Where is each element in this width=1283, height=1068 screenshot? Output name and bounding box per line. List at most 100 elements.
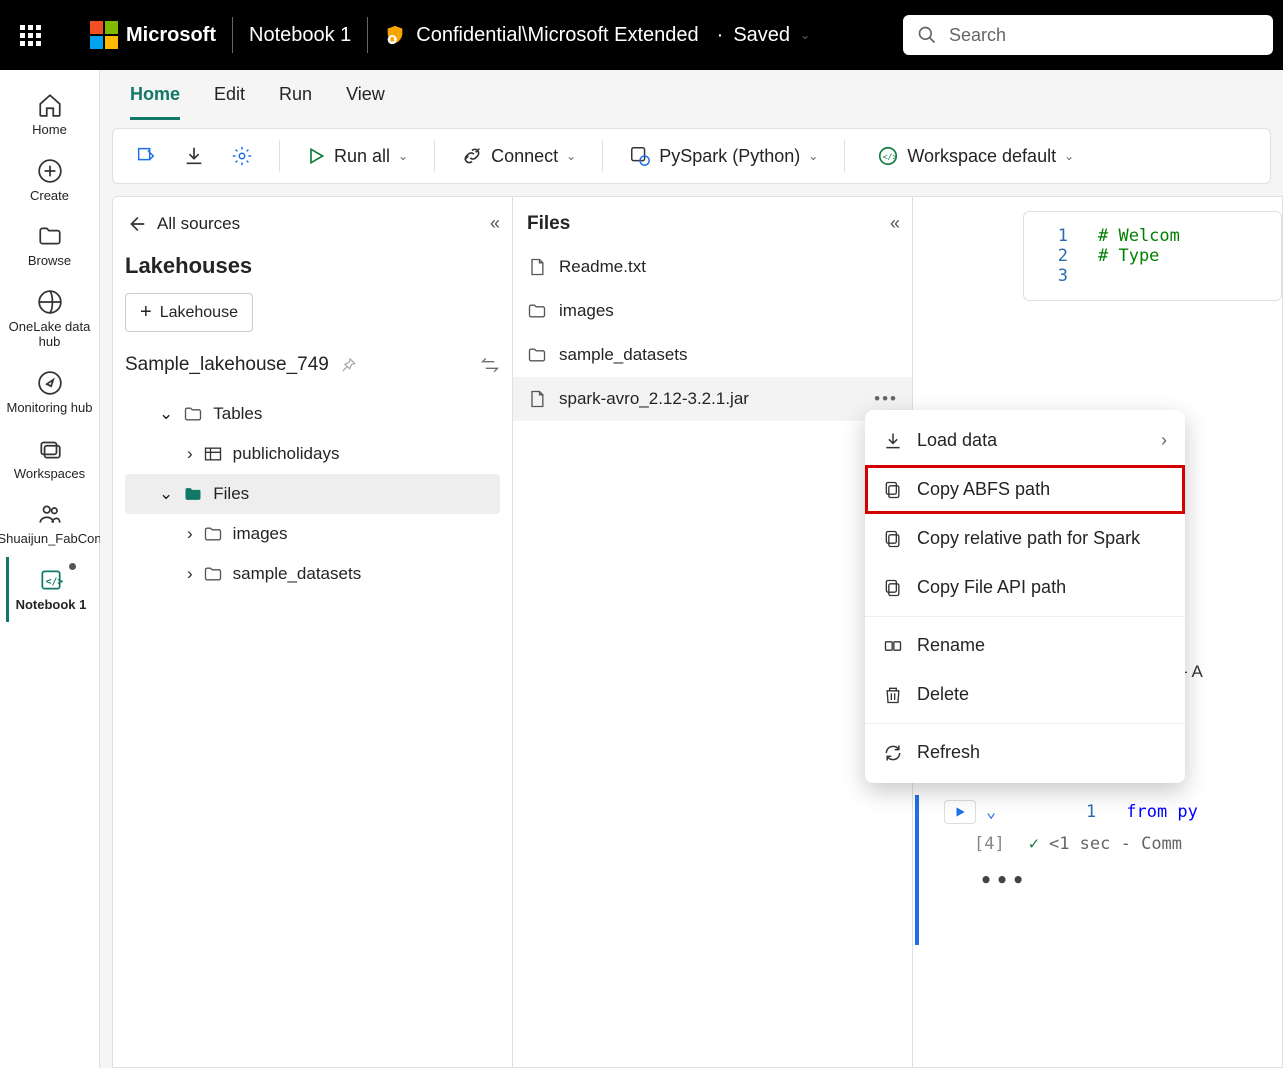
collapse-left-icon[interactable]: « (490, 213, 500, 234)
tab-run[interactable]: Run (279, 84, 312, 120)
ctx-rename[interactable]: Rename (865, 621, 1185, 670)
notebook-title[interactable]: Notebook 1 (249, 24, 351, 47)
file-row[interactable]: images (513, 289, 912, 333)
more-menu-icon[interactable]: ••• (874, 389, 898, 409)
tree-publicholidays[interactable]: › publicholidays (125, 434, 500, 474)
env-selector[interactable]: </> Workspace default ⌄ (871, 141, 1080, 171)
rail-onelake[interactable]: OneLake data hub (6, 279, 94, 360)
download-icon (183, 145, 205, 167)
swap-icon[interactable] (480, 355, 500, 375)
tree-label: Tables (213, 404, 262, 424)
separator (602, 140, 603, 172)
saved-status[interactable]: · Saved ⌄ (717, 24, 810, 47)
ctx-label: Load data (917, 430, 997, 451)
back-all-sources[interactable]: All sources (125, 213, 500, 235)
brand-text: Microsoft (126, 24, 216, 47)
trash-icon (883, 685, 903, 705)
chevron-down-icon: ⌄ (398, 149, 408, 163)
search-icon (917, 25, 937, 45)
rail-notebook-active[interactable]: </> Notebook 1 (6, 557, 94, 623)
env-label: Workspace default (907, 146, 1056, 167)
pin-icon[interactable] (339, 356, 357, 374)
chevron-down-icon[interactable]: ⌄ (986, 802, 996, 822)
back-label: All sources (157, 214, 240, 234)
tree-sample-datasets[interactable]: › sample_datasets (125, 554, 500, 594)
rail-create[interactable]: Create (6, 148, 94, 214)
folder-icon (183, 404, 203, 424)
file-row[interactable]: Readme.txt (513, 245, 912, 289)
play-icon (953, 805, 967, 819)
run-cell-button[interactable] (944, 800, 976, 824)
rail-workspaces[interactable]: Workspaces (6, 426, 94, 492)
ribbon-tabs: Home Edit Run View (100, 70, 1283, 120)
tab-home[interactable]: Home (130, 84, 180, 120)
tab-edit[interactable]: Edit (214, 84, 245, 120)
cell-status: [4] ✓ <1 sec - Comm (926, 834, 1198, 854)
language-gear-icon (629, 145, 651, 167)
workspaces-icon (37, 436, 63, 462)
settings-button[interactable] (225, 141, 259, 171)
confidentiality-label[interactable]: Confidential\Microsoft Extended (416, 24, 698, 47)
rail-user-workspace[interactable]: Shuaijun_FabCon (6, 491, 94, 557)
files-title: Files (513, 197, 912, 245)
folder-icon (37, 223, 63, 249)
connect-button[interactable]: Connect ⌄ (455, 141, 582, 171)
ctx-delete[interactable]: Delete (865, 670, 1185, 719)
cell-more-icon[interactable]: ••• (980, 868, 1198, 892)
ctx-copy-relative[interactable]: Copy relative path for Spark (865, 514, 1185, 563)
file-row[interactable]: sample_datasets (513, 333, 912, 377)
language-selector[interactable]: PySpark (Python) ⌄ (623, 141, 824, 171)
waffle-button[interactable] (10, 25, 50, 46)
onelake-icon (37, 289, 63, 315)
chevron-down-icon: ⌄ (566, 149, 576, 163)
run-all-button[interactable]: Run all ⌄ (300, 142, 414, 171)
tree-label: Files (213, 484, 249, 504)
plus-icon: + (140, 301, 152, 324)
divider (232, 17, 233, 53)
rail-home[interactable]: Home (6, 82, 94, 148)
ctx-copy-fileapi[interactable]: Copy File API path (865, 563, 1185, 612)
search-input[interactable]: Search (903, 15, 1273, 55)
add-lakehouse-button[interactable]: + Lakehouse (125, 293, 253, 332)
chevron-down-icon: ⌄ (159, 404, 173, 424)
edit-mode-button[interactable] (129, 141, 163, 171)
rail-label: Create (30, 188, 69, 204)
rail-label: Workspaces (14, 466, 85, 482)
folder-icon (527, 345, 547, 365)
download-button[interactable] (177, 141, 211, 171)
top-bar: Microsoft Notebook 1 Confidential\Micros… (0, 0, 1283, 70)
ctx-load-data[interactable]: Load data › (865, 416, 1185, 465)
tree-files[interactable]: ⌄ Files (125, 474, 500, 514)
file-name: Readme.txt (559, 257, 646, 277)
chevron-right-icon: › (1161, 430, 1167, 451)
rail-monitoring[interactable]: Monitoring hub (6, 360, 94, 426)
tree-label: images (233, 524, 288, 544)
ctx-copy-abfs[interactable]: Copy ABFS path (865, 465, 1185, 514)
search-placeholder: Search (949, 25, 1006, 46)
separator (865, 723, 1185, 724)
chevron-down-icon: ⌄ (800, 28, 810, 42)
collapse-left-icon[interactable]: « (890, 213, 900, 234)
lakehouse-name-row[interactable]: Sample_lakehouse_749 (125, 354, 500, 376)
microsoft-logo[interactable]: Microsoft (90, 21, 216, 49)
code-cell[interactable]: 1# Welcom 2# Type 3 (1023, 211, 1282, 301)
ctx-refresh[interactable]: Refresh (865, 728, 1185, 777)
refresh-icon (883, 743, 903, 763)
tree-tables[interactable]: ⌄ Tables (125, 394, 500, 434)
lower-code-cell[interactable]: ⌄ 1from py [4] ✓ <1 sec - Comm ••• (926, 800, 1198, 892)
run-all-label: Run all (334, 146, 390, 167)
rail-label: Monitoring hub (7, 400, 93, 416)
rail-label: Home (32, 122, 67, 138)
rename-icon (883, 636, 903, 656)
waffle-icon (20, 25, 41, 46)
file-row-selected[interactable]: spark-avro_2.12-3.2.1.jar ••• (513, 377, 912, 421)
play-icon (306, 146, 326, 166)
tree-images[interactable]: › images (125, 514, 500, 554)
file-icon (527, 257, 547, 277)
ctx-label: Rename (917, 635, 985, 656)
tab-view[interactable]: View (346, 84, 385, 120)
rail-browse[interactable]: Browse (6, 213, 94, 279)
file-name: images (559, 301, 614, 321)
arrow-left-icon (125, 213, 147, 235)
context-menu: Load data › Copy ABFS path Copy relative… (865, 410, 1185, 783)
